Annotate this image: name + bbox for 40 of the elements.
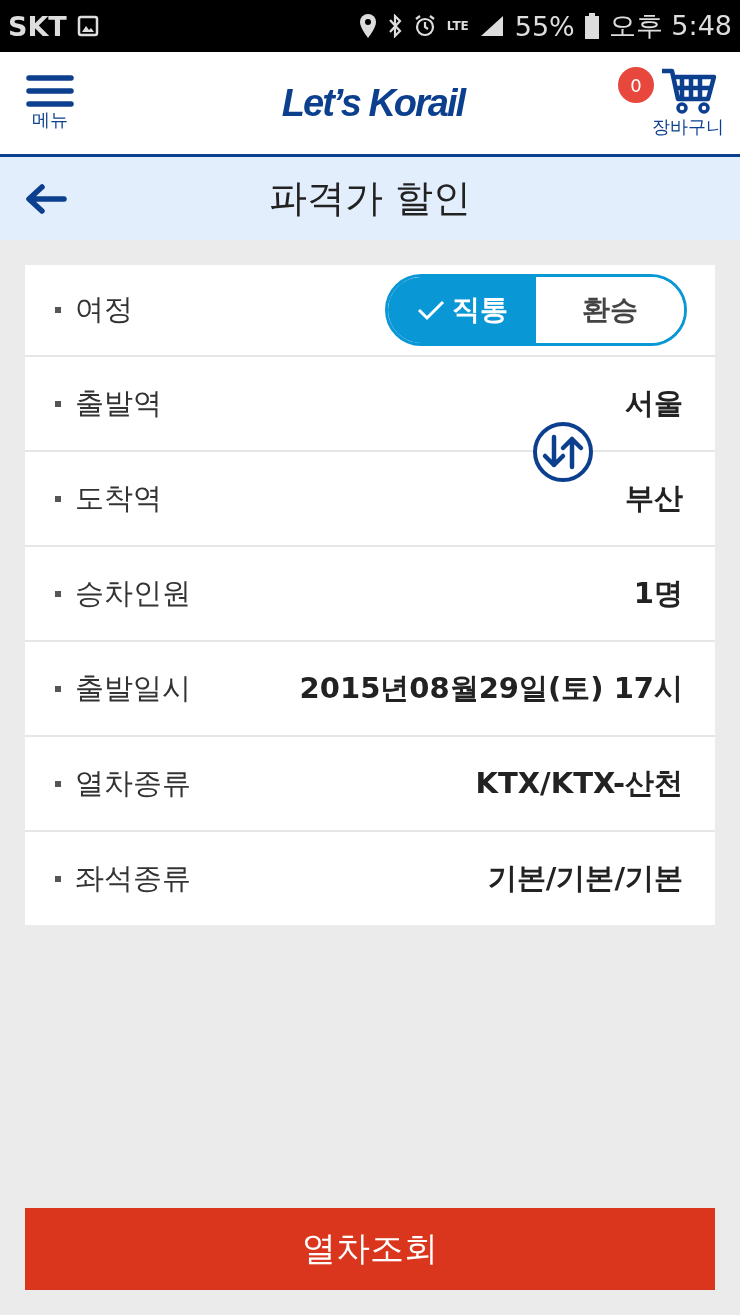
bullet-icon [55, 780, 61, 787]
back-arrow-icon [24, 182, 68, 215]
bullet-icon [55, 495, 61, 502]
field-value[interactable]: 1명 [633, 573, 683, 614]
page-title: 파격가 할인 [268, 175, 472, 222]
field-value[interactable]: 서울 [625, 383, 683, 424]
check-icon [416, 299, 446, 321]
cart-count-badge: 0 [618, 67, 654, 103]
field-value[interactable]: 기본/기본/기본 [487, 858, 683, 899]
field-value[interactable]: 부산 [625, 478, 683, 519]
field-label: 좌석종류 [75, 859, 191, 897]
carrier-name: SKT [8, 10, 67, 42]
network-type: LTE [446, 19, 469, 33]
field-label: 승차인원 [75, 574, 191, 612]
bullet-icon [55, 400, 61, 407]
clock: 오후 5:48 [608, 9, 732, 43]
bluetooth-icon [386, 14, 403, 38]
logo: Let’s Korail [281, 81, 465, 125]
menu-icon [26, 74, 74, 108]
field-label: 출발역 [75, 384, 162, 422]
cart-button[interactable]: 장바구니 [652, 67, 724, 139]
search-trains-button[interactable]: 열차조회 [25, 1208, 715, 1290]
location-icon [358, 13, 377, 39]
field-value[interactable]: 2015년08월29일(토) 17시 [299, 668, 683, 709]
battery-icon [584, 13, 599, 39]
swap-stations-button[interactable] [532, 421, 594, 483]
field-label: 도착역 [75, 479, 162, 517]
field-label: 열차종류 [75, 764, 191, 802]
image-icon [76, 15, 99, 37]
field-label: 출발일시 [75, 669, 191, 707]
bullet-icon [55, 685, 61, 692]
bullet-icon [55, 307, 61, 313]
menu-button[interactable]: 메뉴 [26, 74, 74, 132]
bullet-icon [55, 875, 61, 882]
back-button[interactable] [24, 182, 68, 215]
swap-arrows-icon [532, 421, 594, 483]
field-label: 여정 [75, 291, 133, 328]
bullet-icon [55, 590, 61, 597]
battery-percent: 55% [514, 10, 575, 42]
field-value[interactable]: KTX/KTX-산천 [475, 763, 683, 804]
